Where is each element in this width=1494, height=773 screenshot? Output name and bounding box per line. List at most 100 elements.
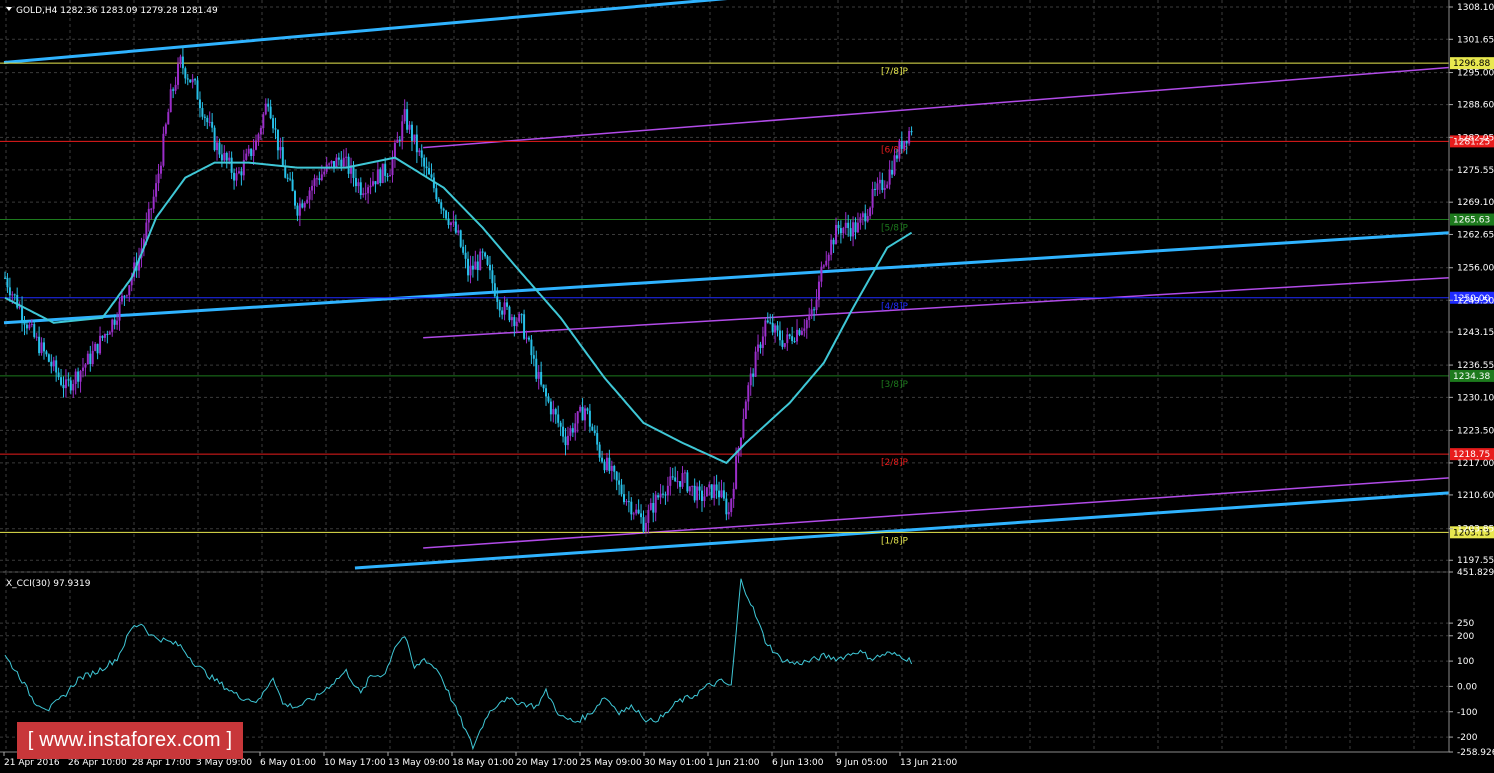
candle-body [781,340,784,347]
candle-body [74,371,77,384]
candle-body [330,161,333,164]
candle-body [449,222,452,225]
cci-tick-label: -258.9265 [1457,748,1494,758]
candle-body [384,163,387,176]
candle-body [167,112,170,125]
candle-body [25,324,28,329]
candle-body [401,121,404,141]
candle-body [671,476,674,478]
candle-body [247,148,250,154]
candle-body [654,495,657,513]
candle-body [537,371,540,379]
candle-body [506,302,509,307]
candle-body [659,493,662,498]
candle-body [425,166,428,169]
candle-body [732,488,735,499]
candle-body [513,317,516,327]
time-tick-label: 26 Apr 10:00 [68,758,127,768]
candle-body [698,486,701,491]
price-tick-label: 1282.05 [1457,133,1494,143]
murrey-price-tag-label: 1234.38 [1453,372,1490,382]
murrey-level-label: [4/8]P [881,302,909,312]
candle-body [681,473,684,487]
candle-body [669,476,672,486]
candle-body [542,384,545,389]
candle-body [257,134,260,141]
price-tick-label: 1295.00 [1457,69,1494,79]
time-tick-label: 28 Apr 17:00 [132,758,191,768]
instaforex-watermark[interactable]: [ www.instaforex.com ] [17,722,243,759]
candle-body [744,401,747,419]
candle-body [40,342,43,354]
candle-body [757,344,760,352]
candle-body [810,309,813,317]
candle-body [486,256,489,265]
candle-body [116,320,119,325]
candle-body [747,385,750,402]
candle-body [471,265,474,270]
candle-body [52,360,55,367]
candle-body [294,191,297,206]
candle-body [379,169,382,183]
candle-body [591,426,594,431]
candle-body [764,320,767,337]
candle-body [571,428,574,433]
candle-body [900,140,903,149]
candle-body [374,181,377,185]
price-tick-label: 1288.60 [1457,101,1494,111]
candle-body [581,406,584,421]
candle-body [515,321,518,327]
candle-body [637,509,640,514]
candle-body [250,148,253,156]
candle-body [588,410,591,427]
candle-body [369,185,372,188]
candle-body [613,465,616,472]
candle-body [181,56,184,69]
candle-body [766,320,769,323]
candle-body [601,457,604,462]
candle-body [391,158,394,175]
candle-body [198,99,201,109]
candle-body [815,299,818,311]
time-tick-label: 13 Jun 21:00 [900,758,957,768]
chart-stage: [7/8]P1296.88[6/8]P1281.25[5/8]P1265.63[… [0,0,1494,773]
price-tick-label: 1217.00 [1457,459,1494,469]
candle-body [791,336,794,342]
cci-tick-label: 451.8296 [1457,568,1494,578]
candle-body [125,295,128,297]
candle-body [364,193,367,195]
candle-body [240,171,243,176]
candle-body [303,202,306,208]
candle-body [798,329,801,335]
candle-body [593,430,596,434]
candle-body [72,383,75,391]
candle-body [552,409,555,415]
candle-body [715,484,718,491]
candle-body [830,239,833,255]
candle-body [481,251,484,253]
candle-body [905,140,908,144]
candle-body [45,351,48,355]
candle-body [347,156,350,174]
candle-body [169,89,172,113]
price-tick-label: 1223.50 [1457,426,1494,436]
candle-body [820,266,823,282]
candle-body [632,513,635,515]
candle-body [228,157,231,161]
candle-body [718,490,721,498]
candle-body [464,252,467,259]
candle-body [354,177,357,187]
candle-body [727,512,730,515]
candle-body [776,325,779,331]
candle-body [55,360,58,373]
candle-body [467,258,470,276]
candle-body [705,487,708,497]
candle-body [788,334,791,337]
candle-body [120,295,123,302]
candle-body [272,118,275,129]
candle-body [640,513,643,518]
candle-body [237,171,240,174]
candle-body [518,314,521,322]
time-tick-label: 13 May 09:00 [388,758,450,768]
candle-body [410,124,413,141]
